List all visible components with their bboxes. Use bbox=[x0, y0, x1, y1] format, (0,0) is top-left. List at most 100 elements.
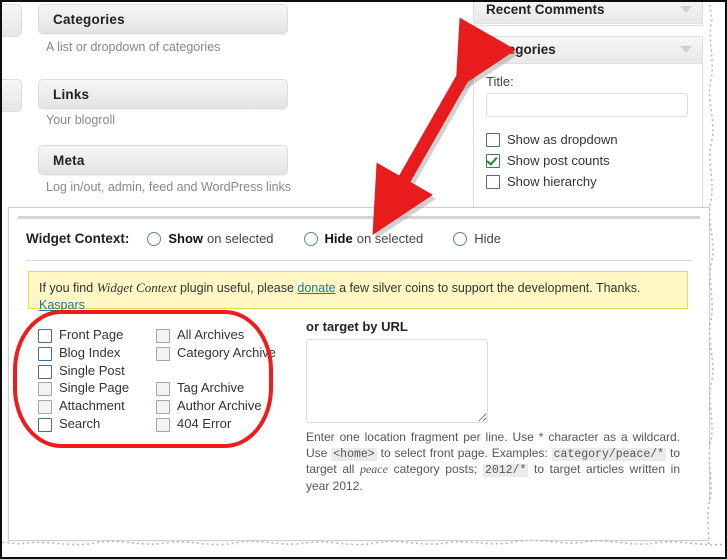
condition-search[interactable]: Search bbox=[38, 416, 156, 434]
radio-strong-label: Hide bbox=[324, 231, 353, 246]
widget-item-categories[interactable]: Categories bbox=[38, 4, 288, 34]
condition-label: Blog Index bbox=[59, 344, 121, 360]
checkbox-icon[interactable] bbox=[156, 382, 170, 397]
chevron-down-icon[interactable] bbox=[680, 46, 692, 53]
radio-icon[interactable] bbox=[453, 231, 468, 246]
condition-column-1: Front Page Blog Index Single Post Single… bbox=[38, 327, 156, 434]
widget-title: Meta bbox=[53, 153, 85, 168]
checkbox-icon[interactable] bbox=[486, 132, 500, 147]
help-text-4: category posts; bbox=[387, 462, 483, 476]
condition-column-2: All Archives Category Archive Tag Archiv… bbox=[156, 327, 281, 434]
condition-single-page[interactable]: Single Page bbox=[38, 380, 156, 398]
title-label: Title: bbox=[486, 74, 514, 89]
condition-tag-archive[interactable]: Tag Archive bbox=[156, 380, 281, 398]
widget-title: Links bbox=[53, 87, 90, 102]
condition-label: Attachment bbox=[59, 398, 125, 414]
condition-front-page[interactable]: Front Page bbox=[38, 327, 156, 345]
donate-notice: If you find Widget Context plugin useful… bbox=[28, 271, 688, 312]
author-link[interactable]: Kaspars bbox=[39, 298, 85, 312]
checkbox-checked-icon[interactable] bbox=[486, 153, 500, 168]
widget-item-links[interactable]: Links bbox=[38, 79, 288, 109]
checkbox-icon[interactable] bbox=[156, 400, 170, 415]
radio-rest-label: on selected bbox=[356, 231, 424, 246]
help-code-home: <home> bbox=[331, 447, 377, 461]
widget-context-inner: Widget Context: Show on selected Hide on… bbox=[18, 216, 700, 532]
url-target-heading: or target by URL bbox=[306, 319, 408, 334]
option-show-post-counts[interactable]: Show post counts bbox=[486, 153, 690, 168]
checkbox-icon[interactable] bbox=[156, 329, 170, 343]
condition-label: Front Page bbox=[59, 327, 124, 342]
url-target-section: or target by URL Enter one location frag… bbox=[306, 319, 680, 494]
radio-label: Hide bbox=[474, 231, 501, 246]
radio-hide[interactable]: Hide bbox=[453, 231, 501, 246]
condition-attachment[interactable]: Attachment bbox=[38, 398, 156, 416]
help-emphasis: peace bbox=[359, 462, 388, 476]
widget-item-meta[interactable]: Meta bbox=[38, 145, 288, 175]
clipped-widget-box-2 bbox=[0, 79, 22, 112]
condition-single-post[interactable]: Single Post bbox=[38, 363, 156, 381]
panel-header[interactable]: Categories bbox=[474, 37, 702, 64]
help-code-category: category/peace/* bbox=[551, 447, 667, 461]
condition-label: All Archives bbox=[177, 327, 245, 342]
sidebar-panel-categories[interactable]: Categories Title: Show as dropdown Show … bbox=[473, 36, 703, 213]
divider bbox=[26, 260, 692, 261]
categories-title-input[interactable] bbox=[486, 93, 688, 117]
panel-body: Title: Show as dropdown Show post counts… bbox=[474, 64, 702, 199]
chevron-down-icon[interactable] bbox=[680, 6, 692, 13]
donate-link[interactable]: donate bbox=[297, 281, 335, 295]
radio-rest-label: on selected bbox=[207, 231, 274, 246]
help-text-2: to select front page. Examples: bbox=[376, 445, 552, 460]
screenshot-root: Categories A list or dropdown of categor… bbox=[0, 0, 727, 559]
widget-description: Your blogroll bbox=[46, 113, 116, 127]
condition-label: Tag Archive bbox=[177, 380, 245, 396]
radio-hide-on-selected[interactable]: Hide on selected bbox=[303, 231, 424, 246]
checkbox-icon[interactable] bbox=[38, 329, 52, 343]
notice-text-2: plugin useful, please bbox=[176, 281, 298, 295]
help-code-year: 2012/* bbox=[482, 464, 529, 477]
condition-label: Search bbox=[59, 415, 101, 431]
checkbox-icon[interactable] bbox=[38, 346, 52, 361]
sidebar-widget-area: Recent Comments Categories Title: Show a… bbox=[465, 0, 712, 213]
checkbox-icon[interactable] bbox=[486, 174, 500, 189]
widget-description: A list or dropdown of categories bbox=[46, 40, 221, 54]
checkbox-icon[interactable] bbox=[38, 382, 52, 397]
radio-show-on-selected[interactable]: Show on selected bbox=[147, 231, 274, 246]
radio-icon[interactable] bbox=[303, 231, 318, 246]
radio-icon[interactable] bbox=[147, 231, 162, 246]
checkbox-icon[interactable] bbox=[156, 417, 170, 432]
sidebar-panel-recent-comments[interactable]: Recent Comments bbox=[473, 0, 703, 26]
option-label: Show post counts bbox=[507, 153, 610, 168]
condition-label: Single Post bbox=[59, 362, 125, 378]
condition-label: Single Page bbox=[59, 380, 130, 396]
widget-context-label: Widget Context: bbox=[26, 231, 130, 246]
condition-author-archive[interactable]: Author Archive bbox=[156, 398, 281, 416]
condition-blog-index[interactable]: Blog Index bbox=[38, 345, 156, 363]
widget-description: Log in/out, admin, feed and WordPress li… bbox=[46, 180, 292, 194]
option-show-as-dropdown[interactable]: Show as dropdown bbox=[486, 132, 690, 147]
panel-title: Categories bbox=[486, 42, 556, 57]
widget-context-mode-row: Widget Context: Show on selected Hide on… bbox=[26, 231, 501, 246]
condition-all-archives[interactable]: All Archives bbox=[156, 327, 281, 345]
widget-context-panel: Widget Context: Show on selected Hide on… bbox=[8, 207, 710, 541]
option-label: Show as dropdown bbox=[507, 132, 618, 147]
panel-title: Recent Comments bbox=[486, 2, 605, 17]
checkbox-icon[interactable] bbox=[38, 400, 52, 415]
notice-emphasis: Widget Context bbox=[96, 280, 177, 295]
notice-text-3: a few silver coins to support the develo… bbox=[335, 281, 641, 295]
checkbox-icon[interactable] bbox=[156, 346, 170, 361]
checkbox-icon[interactable] bbox=[38, 417, 52, 432]
clipped-widget-box-1 bbox=[0, 4, 22, 37]
condition-label: Category Archive bbox=[177, 344, 276, 360]
condition-label: 404 Error bbox=[177, 415, 232, 431]
url-target-help: Enter one location fragment per line. Us… bbox=[306, 430, 680, 494]
checkbox-icon[interactable] bbox=[38, 364, 52, 379]
widget-title: Categories bbox=[53, 12, 125, 27]
available-widgets-list: Categories A list or dropdown of categor… bbox=[0, 0, 465, 207]
option-label: Show hierarchy bbox=[507, 174, 597, 189]
option-show-hierarchy[interactable]: Show hierarchy bbox=[486, 174, 690, 189]
panel-header[interactable]: Recent Comments bbox=[474, 0, 702, 24]
condition-404-error[interactable]: 404 Error bbox=[156, 416, 281, 434]
condition-category-archive[interactable]: Category Archive bbox=[156, 345, 281, 381]
url-target-textarea[interactable] bbox=[306, 339, 488, 423]
notice-text-1: If you find bbox=[39, 281, 97, 295]
